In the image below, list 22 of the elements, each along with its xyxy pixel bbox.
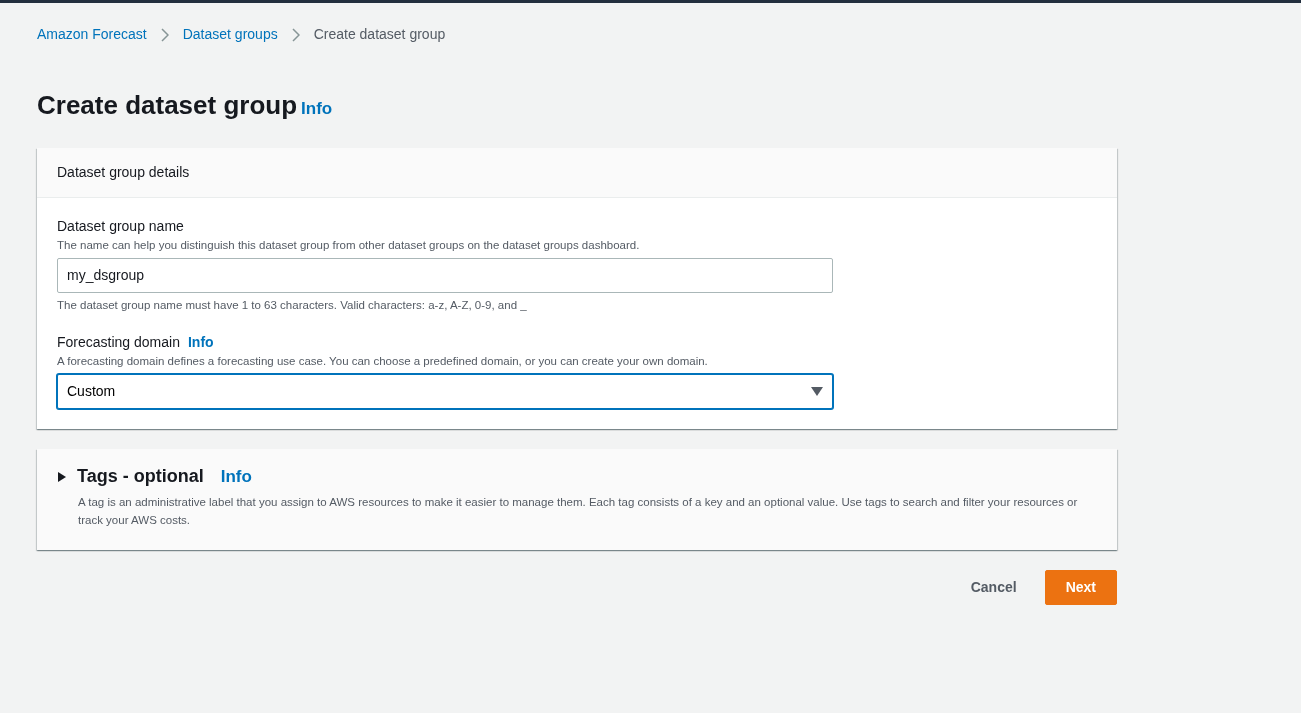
panel-header: Dataset group details	[37, 147, 1117, 198]
cancel-button[interactable]: Cancel	[950, 570, 1037, 604]
breadcrumb-link[interactable]: Dataset groups	[182, 24, 278, 45]
field-constraint: The dataset group name must have 1 to 63 characters. Valid characters: a-z, A-Z, 0-9, and _	[57, 297, 528, 313]
field-label: Forecasting domain	[57, 333, 180, 352]
domain-select[interactable]: Custom	[57, 374, 833, 410]
field-description: The name can help you distinguish this dataset group from other dataset groups on the dataset groups dashboard.	[57, 237, 641, 253]
field-description: A forecasting domain defines a forecasting use case. You can choose a predefined domain, or you can create your own domain.	[57, 354, 709, 369]
name-input-field[interactable]: my_dsgroup	[57, 257, 833, 293]
breadcrumb-link[interactable]: Amazon Forecast	[37, 24, 147, 45]
page-title: Create dataset group	[37, 90, 298, 122]
info-link[interactable]: Info	[301, 96, 333, 122]
field-label: Dataset group name	[57, 216, 185, 236]
expand-toggle[interactable]	[57, 471, 67, 482]
section-description: A tag is an administrative label that you assign to AWS resources to make it easier to manage them. Each tag consists of a key and an optional value. Use tags to search and filter your resources or track your AWS costs.	[78, 495, 1079, 529]
chevron-icon	[160, 27, 169, 42]
next-button[interactable]: Next	[1044, 569, 1117, 605]
section-title: Tags - optional	[77, 465, 204, 489]
chevron-icon	[291, 27, 300, 42]
dropdown-caret-icon	[811, 387, 823, 397]
info-link[interactable]: Info	[220, 464, 252, 490]
info-link[interactable]: Info	[187, 332, 214, 353]
